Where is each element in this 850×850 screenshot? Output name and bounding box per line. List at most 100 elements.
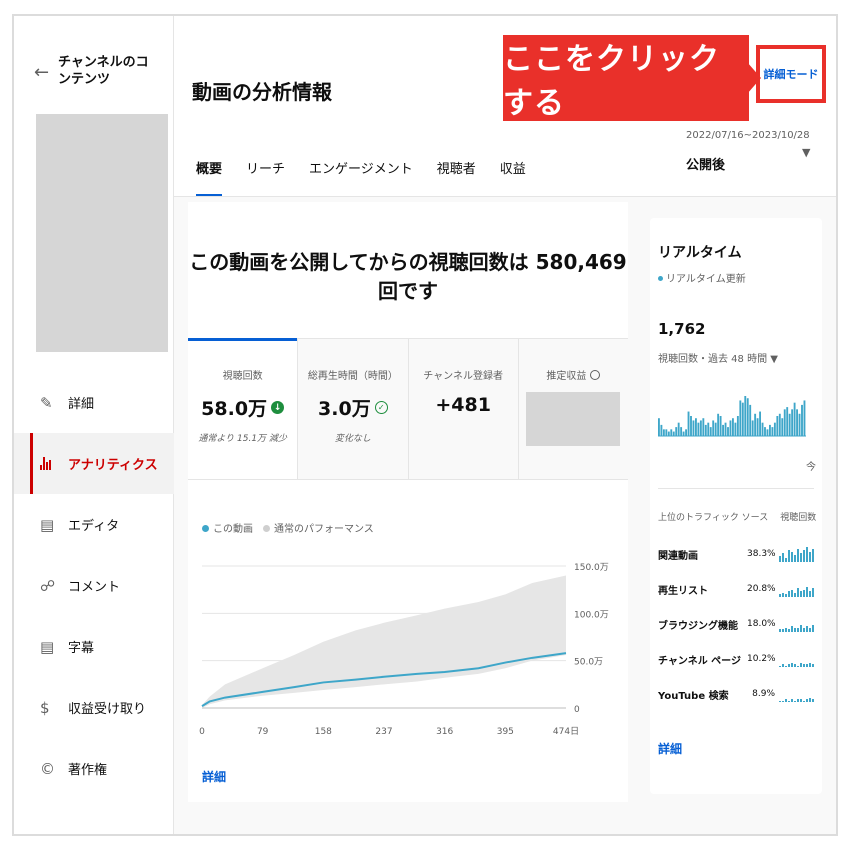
advanced-mode-button[interactable]: 詳細モード [756, 45, 826, 103]
traffic-source-row: ブラウジング機能 18.0% [658, 614, 814, 634]
x-tick-label: 158 [315, 727, 332, 737]
traffic-source-row: 再生リスト 20.8% [658, 579, 814, 599]
sidebar-item-comments[interactable]: ☍ コメント [14, 555, 174, 616]
sparkline-bar [800, 591, 802, 597]
realtime-bar-chart [658, 396, 806, 437]
traffic-source-pct: 10.2% [747, 654, 776, 664]
sparkline-bar [809, 697, 811, 702]
realtime-bar [724, 422, 727, 436]
metric-label: 視聴回数 [222, 371, 263, 382]
realtime-bar [695, 418, 697, 436]
sparkline-bar [794, 700, 796, 702]
realtime-see-more-link[interactable]: 詳細 [658, 740, 682, 757]
dollar-icon: $ [40, 698, 50, 717]
metric-watch-time[interactable]: 総再生時間（時間） 3.0万 ✓ 変化なし [298, 339, 409, 479]
realtime-bar [729, 420, 732, 436]
sparkline-bar [800, 624, 802, 632]
x-tick-label: 474日 [553, 726, 579, 737]
sparkline-bar [812, 664, 814, 667]
back-arrow-icon[interactable]: ← [34, 62, 58, 83]
sparkline-bar [812, 624, 814, 632]
realtime-bar [791, 409, 794, 436]
realtime-bar [719, 416, 722, 436]
traffic-header: 上位のトラフィック ソース 視聴回数 [658, 513, 817, 523]
metric-subscribers[interactable]: チャンネル登録者 +481 [408, 339, 519, 479]
realtime-bar [732, 418, 734, 436]
realtime-bar [803, 400, 806, 436]
traffic-source-name: チャンネル ページ [658, 655, 741, 667]
realtime-bar [756, 418, 759, 436]
sparkline-bar [788, 700, 790, 702]
traffic-sparkline [779, 546, 814, 562]
traffic-sparkline [779, 616, 814, 632]
realtime-bar [788, 413, 791, 436]
comment-icon: ☍ [40, 576, 56, 595]
sidebar-item-monetization[interactable]: $ 収益受け取り [14, 677, 174, 738]
sidebar-item-analytics[interactable]: アナリティクス [14, 433, 174, 494]
metric-revenue[interactable]: 推定収益 [518, 339, 628, 479]
x-tick-label: 395 [497, 727, 514, 737]
realtime-bar [697, 422, 700, 436]
realtime-count: 1,762 [658, 320, 706, 338]
annotation-callout: ここをクリックする [503, 35, 749, 121]
sidebar-item-editor[interactable]: ▤ エディタ [14, 494, 174, 555]
realtime-bar [717, 413, 720, 436]
sparkline-bar [812, 548, 814, 562]
sidebar-item-details[interactable]: ✎ 詳細 [14, 372, 174, 433]
tab-revenue[interactable]: 収益 [500, 152, 526, 197]
metric-label: 推定収益 [546, 371, 587, 382]
realtime-bar [707, 422, 710, 436]
sidebar-item-copyright[interactable]: © 著作権 [14, 738, 174, 799]
traffic-source-name: 再生リスト [658, 585, 708, 597]
sparkline-bar [809, 591, 811, 597]
sparkline-bar [779, 556, 781, 562]
traffic-source-row: 関連動画 38.3% [658, 544, 814, 564]
realtime-bar [734, 422, 737, 436]
legend-item-typical: 通常のパフォーマンス [263, 520, 374, 535]
studio-window: ← チャンネルのコンテンツ ✎ 詳細 アナリティクス ▤ エディタ ☍ コメント [12, 14, 838, 836]
sparkline-bar [791, 662, 793, 667]
sparkline-bar [794, 554, 796, 562]
sparkline-bar [785, 557, 787, 562]
tab-reach[interactable]: リーチ [246, 152, 285, 197]
sidebar-item-label: 字幕 [68, 641, 95, 656]
period-select[interactable]: 公開後 [686, 154, 725, 173]
sparkline-bar [785, 699, 787, 702]
back-to-channel-content[interactable]: ← チャンネルのコンテンツ [34, 54, 158, 88]
realtime-period-select[interactable]: 視聴回数・過去 48 時間 ▼ [658, 350, 778, 365]
tab-audience[interactable]: 視聴者 [437, 152, 476, 197]
sidebar: ← チャンネルのコンテンツ ✎ 詳細 アナリティクス ▤ エディタ ☍ コメント [14, 16, 174, 834]
metric-views[interactable]: 視聴回数 58.0万 ↓ 通常より 15.1万 減少 [188, 338, 299, 479]
analytics-tabs: 概要 リーチ エンゲージメント 視聴者 収益 [196, 152, 550, 197]
metric-value: 3.0万 [318, 398, 371, 420]
sparkline-bar [785, 665, 787, 667]
realtime-bar [672, 431, 675, 436]
live-dot-icon [658, 276, 663, 281]
realtime-bar [798, 413, 801, 436]
series-typical-band [202, 575, 566, 708]
tab-engagement[interactable]: エンゲージメント [309, 152, 413, 197]
sparkline-bar [806, 664, 808, 667]
sidebar-nav: ✎ 詳細 アナリティクス ▤ エディタ ☍ コメント ▤ 字幕 $ 収益受け取り… [14, 372, 174, 799]
sparkline-bar [809, 627, 811, 632]
traffic-source-name: ブラウジング機能 [658, 620, 738, 632]
sparkline-bar [800, 662, 802, 667]
tab-overview[interactable]: 概要 [196, 152, 223, 197]
traffic-source-row: チャンネル ページ 10.2% [658, 649, 814, 669]
realtime-bar [786, 407, 789, 436]
sidebar-item-subtitles[interactable]: ▤ 字幕 [14, 616, 174, 677]
date-range[interactable]: 2022/07/16~2023/10/28 [686, 130, 810, 141]
realtime-bar [746, 398, 749, 436]
y-tick-label: 0 [574, 705, 580, 715]
see-more-link[interactable]: 詳細 [202, 768, 226, 785]
sparkline-bar [812, 699, 814, 702]
x-tick-label: 316 [436, 727, 453, 737]
back-label[interactable]: チャンネルのコンテンツ [58, 54, 158, 88]
realtime-bar [699, 420, 702, 436]
sparkline-bar [788, 664, 790, 667]
caret-down-icon[interactable]: ▼ [802, 146, 810, 159]
sparkline-bar [779, 700, 781, 702]
sparkline-bar [809, 551, 811, 562]
sparkline-bar [782, 664, 784, 667]
sparkline-bar [791, 551, 793, 562]
